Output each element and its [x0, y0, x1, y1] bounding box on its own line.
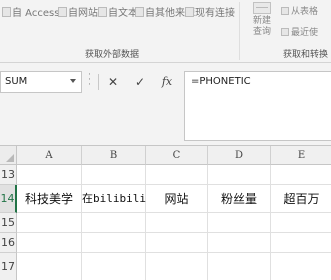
- ribbon: 自 Access 自网站 自文本 自其他来源 现有连接 获取外部数据 新建 查询…: [0, 0, 331, 63]
- new-query-button[interactable]: 新建 查询: [247, 2, 277, 42]
- cell-c15[interactable]: [146, 213, 208, 233]
- cell-a13[interactable]: [17, 165, 82, 185]
- get-external-data-group-label: 获取外部数据: [85, 50, 140, 60]
- column-header-e[interactable]: E: [271, 146, 331, 165]
- web-icon: [58, 7, 67, 17]
- column-header-c[interactable]: C: [146, 146, 208, 165]
- cell-d14[interactable]: 粉丝量: [208, 185, 271, 213]
- cell-b14[interactable]: 在bilibili: [82, 185, 146, 213]
- cell-c13[interactable]: [146, 165, 208, 185]
- formula-input[interactable]: =PHONETIC: [184, 71, 331, 141]
- from-text-button[interactable]: 自文本: [98, 7, 138, 21]
- formula-bar-grip-icon[interactable]: · · ·: [88, 71, 91, 90]
- enter-icon[interactable]: ✓: [129, 71, 151, 93]
- column-header-b[interactable]: B: [82, 146, 146, 165]
- cell-e15[interactable]: [271, 213, 331, 233]
- formula-bar-divider: [98, 74, 99, 90]
- row-header-13[interactable]: 13: [0, 165, 17, 185]
- cell-c14[interactable]: 网站: [146, 185, 208, 213]
- name-box-dropdown-icon[interactable]: [70, 79, 76, 83]
- cell-a16[interactable]: [17, 233, 82, 253]
- cell-d13[interactable]: [208, 165, 271, 185]
- row-header-17[interactable]: 17: [0, 253, 17, 280]
- cell-b15[interactable]: [82, 213, 146, 233]
- from-web-button[interactable]: 自网站: [58, 7, 98, 21]
- cell-e17[interactable]: [271, 253, 331, 280]
- table-icon: [281, 7, 289, 15]
- access-icon: [2, 7, 11, 17]
- cell-e13[interactable]: [271, 165, 331, 185]
- cell-d17[interactable]: [208, 253, 271, 280]
- formula-bar: SUM · · · ✕ ✓ fx =PHONETIC: [0, 63, 331, 145]
- other-sources-icon: [135, 7, 144, 17]
- column-header-a[interactable]: A: [17, 146, 82, 165]
- text-icon: [98, 7, 107, 17]
- row-header-16[interactable]: 16: [0, 233, 17, 253]
- cell-a15[interactable]: [17, 213, 82, 233]
- cell-c16[interactable]: [146, 233, 208, 253]
- cell-e14[interactable]: 超百万: [271, 185, 331, 213]
- row-header-15[interactable]: 15: [0, 213, 17, 233]
- cell-a17[interactable]: [17, 253, 82, 280]
- existing-connections-button[interactable]: 现有连接: [185, 7, 235, 21]
- cell-e16[interactable]: [271, 233, 331, 253]
- column-header-d[interactable]: D: [208, 146, 271, 165]
- recent-sources-icon: [281, 28, 289, 36]
- worksheet-grid: A B C D E 13 14 15 16 17 科技美学 在bilibili …: [0, 145, 331, 280]
- select-all-button[interactable]: [0, 146, 17, 165]
- cell-b17[interactable]: [82, 253, 146, 280]
- cell-d16[interactable]: [208, 233, 271, 253]
- from-table-button[interactable]: 从表格: [281, 6, 318, 19]
- cancel-icon[interactable]: ✕: [102, 71, 124, 93]
- existing-connections-icon: [185, 7, 194, 17]
- recent-sources-button[interactable]: 最近使: [281, 27, 318, 40]
- get-transform-group-label: 获取和转换: [283, 50, 329, 60]
- cell-a14[interactable]: 科技美学: [17, 185, 82, 213]
- cell-d15[interactable]: [208, 213, 271, 233]
- from-access-button[interactable]: 自 Access: [2, 7, 59, 21]
- insert-function-icon[interactable]: fx: [156, 71, 178, 93]
- cell-b13[interactable]: [82, 165, 146, 185]
- new-query-icon: [253, 2, 271, 14]
- cell-b16[interactable]: [82, 233, 146, 253]
- ribbon-divider: [239, 2, 240, 60]
- row-header-14[interactable]: 14: [0, 185, 17, 213]
- cell-c17[interactable]: [146, 253, 208, 280]
